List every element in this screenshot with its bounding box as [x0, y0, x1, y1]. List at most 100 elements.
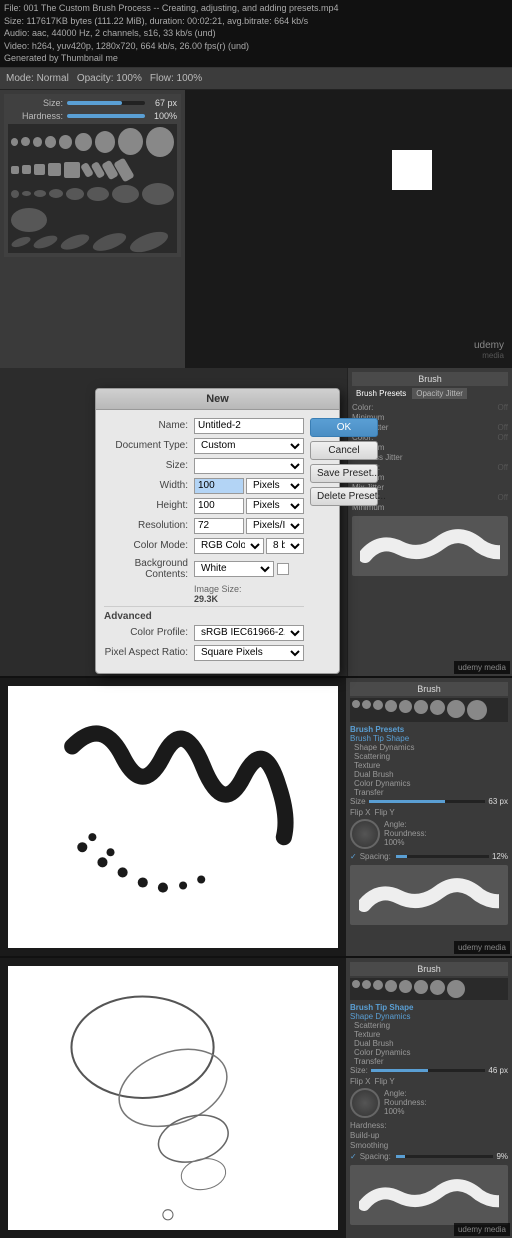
width-unit[interactable]: Pixels — [246, 478, 304, 494]
section-texture[interactable]: Texture — [350, 761, 508, 770]
section2-color[interactable]: Color Dynamics — [350, 1048, 508, 1057]
angle-label: Angle: — [384, 820, 427, 829]
hardness-value: 100% — [149, 111, 177, 121]
brush-sections-list-2: Shape Dynamics Scattering Texture Dual B… — [350, 1012, 508, 1066]
ok-button[interactable]: OK — [310, 418, 378, 437]
doctype-field-row: Document Type: Custom — [104, 438, 304, 454]
angle-dial-2[interactable] — [350, 1088, 380, 1118]
brush-section: Brush Brush Presets Brush Tip Shape Shap… — [0, 678, 512, 958]
brush-controls: Size: 67 px Hardness: 100% — [4, 94, 181, 257]
flip-x-label[interactable]: Flip X — [350, 808, 370, 817]
resolution-field-row: Resolution: Pixels/Inch — [104, 518, 304, 534]
angle-dial[interactable] — [350, 819, 380, 849]
pixelaspect-select[interactable]: Square Pixels — [194, 645, 304, 661]
panel-label-color: Color: — [352, 403, 373, 412]
size-slider-panel[interactable] — [369, 800, 486, 803]
angle-roundness-row-2: Angle: Roundness: 100% — [350, 1088, 508, 1118]
tab-opacity-jitter[interactable]: Opacity Jitter — [412, 388, 467, 399]
section-transfer[interactable]: Transfer — [350, 788, 508, 797]
section-shape-dyn[interactable]: Shape Dynamics — [350, 743, 508, 752]
brush-stroke-preview-2 — [359, 867, 499, 922]
hardness-slider[interactable] — [67, 114, 145, 118]
section2-dual[interactable]: Dual Brush — [350, 1039, 508, 1048]
size-slider-2[interactable] — [371, 1069, 486, 1072]
panel-flow-off: Off — [497, 423, 508, 432]
roundness-value-2: 100% — [384, 1107, 427, 1116]
brush-sections-list: Brush Tip Shape Shape Dynamics Scatterin… — [350, 734, 508, 797]
panel-tabs: Brush Presets Opacity Jitter — [352, 388, 508, 399]
section2-texture[interactable]: Texture — [350, 1030, 508, 1039]
section2-scatter[interactable]: Scattering — [350, 1021, 508, 1030]
dialog-advanced: Advanced Color Profile: sRGB IEC61966-2.… — [104, 606, 304, 661]
colormode-select[interactable]: RGB Color — [194, 538, 264, 554]
tab-brush-presets[interactable]: Brush Presets — [352, 388, 410, 399]
size-select[interactable] — [194, 458, 304, 474]
section-dual[interactable]: Dual Brush — [350, 770, 508, 779]
resolution-label: Resolution: — [104, 520, 194, 531]
toolbar-flow: Flow: 100% — [150, 73, 202, 84]
size-slider[interactable] — [67, 101, 145, 105]
brush-tip-shape-label[interactable]: Brush Presets — [350, 725, 508, 734]
size-control-value: 63 px — [488, 797, 508, 806]
ellipse-section: Brush Brush Tip Shape Shape Dynamics Sca… — [0, 958, 512, 1238]
flip-y-label-2[interactable]: Flip Y — [374, 1077, 394, 1086]
section2-transfer[interactable]: Transfer — [350, 1057, 508, 1066]
delete-preset-button[interactable]: Delete Preset... — [310, 487, 378, 506]
name-input[interactable] — [194, 418, 304, 434]
flip-y-label[interactable]: Flip Y — [374, 808, 394, 817]
size-value-2: 46 px — [488, 1066, 508, 1075]
audio-info: Audio: aac, 44000 Hz, 2 channels, s16, 3… — [4, 27, 508, 40]
workspace-top: Mode: Normal Opacity: 100% Flow: 100% Si… — [0, 68, 512, 368]
save-preset-button[interactable]: Save Preset... — [310, 464, 378, 483]
doctype-select[interactable]: Custom — [194, 438, 304, 454]
pixelaspect-row: Pixel Aspect Ratio: Square Pixels — [104, 645, 304, 661]
generated-info: Generated by Thumbnail me — [4, 52, 508, 65]
bgcontents-select[interactable]: White — [194, 561, 274, 577]
brush-hardness-row: Hardness: 100% — [8, 111, 177, 121]
resolution-unit[interactable]: Pixels/Inch — [246, 518, 304, 534]
bgcontents-field-row: Background Contents: White — [104, 558, 304, 580]
angle-info: Angle: Roundness: 100% — [384, 820, 427, 847]
spacing-row-2: ✓ Spacing: 9% — [350, 1152, 508, 1161]
dialog-section: Brush Brush Presets Opacity Jitter Color… — [0, 368, 512, 678]
udemy-watermark-1: udemy media — [474, 340, 504, 360]
section-scatter[interactable]: Scattering — [350, 752, 508, 761]
udemy-badge-4: udemy media — [454, 1223, 510, 1236]
bg-color-swatch — [277, 563, 289, 575]
brush-preview-panel — [350, 865, 508, 925]
bgcontents-label: Background Contents: — [104, 558, 194, 580]
cancel-button[interactable]: Cancel — [310, 441, 378, 460]
dialog-fields: Name: Document Type: Custom Size: Wi — [104, 418, 304, 665]
resolution-input[interactable] — [194, 518, 244, 534]
spacing-value-2: 9% — [496, 1152, 508, 1161]
ps-toolbar: Mode: Normal Opacity: 100% Flow: 100% — [0, 68, 512, 90]
angle-label-2: Angle: — [384, 1089, 427, 1098]
toolbar-mode: Mode: Normal — [6, 73, 69, 84]
section-color-dyn[interactable]: Color Dynamics — [350, 779, 508, 788]
section2-shape-dyn[interactable]: Shape Dynamics — [350, 1012, 508, 1021]
smoothing-row: Smoothing — [350, 1141, 508, 1150]
udemy-badge-3: udemy media — [454, 941, 510, 954]
brush-tip-shape-2[interactable]: Brush Tip Shape — [350, 1003, 508, 1012]
height-unit[interactable]: Pixels — [246, 498, 304, 514]
dialog-body: Name: Document Type: Custom Size: Wi — [96, 410, 339, 673]
size-value: 67 px — [149, 98, 177, 108]
brush-right-panel: Brush Brush Presets Brush Tip Shape Shap… — [346, 678, 512, 956]
toolbar-opacity: Opacity: 100% — [77, 73, 142, 84]
section-brush-tip[interactable]: Brush Tip Shape — [350, 734, 508, 743]
video-info: Video: h264, yuv420p, 1280x720, 664 kb/s… — [4, 40, 508, 53]
ps-left-panel: Size: 67 px Hardness: 100% — [0, 90, 185, 368]
panel-control-off: Off — [497, 463, 508, 472]
spacing-slider[interactable] — [396, 855, 489, 858]
ps-canvas-area: Size: 67 px Hardness: 100% — [0, 90, 512, 368]
ellipse-strokes-svg — [8, 966, 338, 1230]
width-input[interactable] — [194, 478, 244, 494]
spacing-slider-2[interactable] — [396, 1155, 494, 1158]
colorprofile-select[interactable]: sRGB IEC61966-2.1 — [194, 625, 304, 641]
bitdepth-select[interactable]: 8 bit — [266, 538, 304, 554]
white-square — [392, 150, 432, 190]
ps-main-canvas[interactable]: udemy media — [185, 90, 512, 368]
spacing-row: ✓ Spacing: 12% — [350, 852, 508, 861]
flip-x-label-2[interactable]: Flip X — [350, 1077, 370, 1086]
height-input[interactable] — [194, 498, 244, 514]
